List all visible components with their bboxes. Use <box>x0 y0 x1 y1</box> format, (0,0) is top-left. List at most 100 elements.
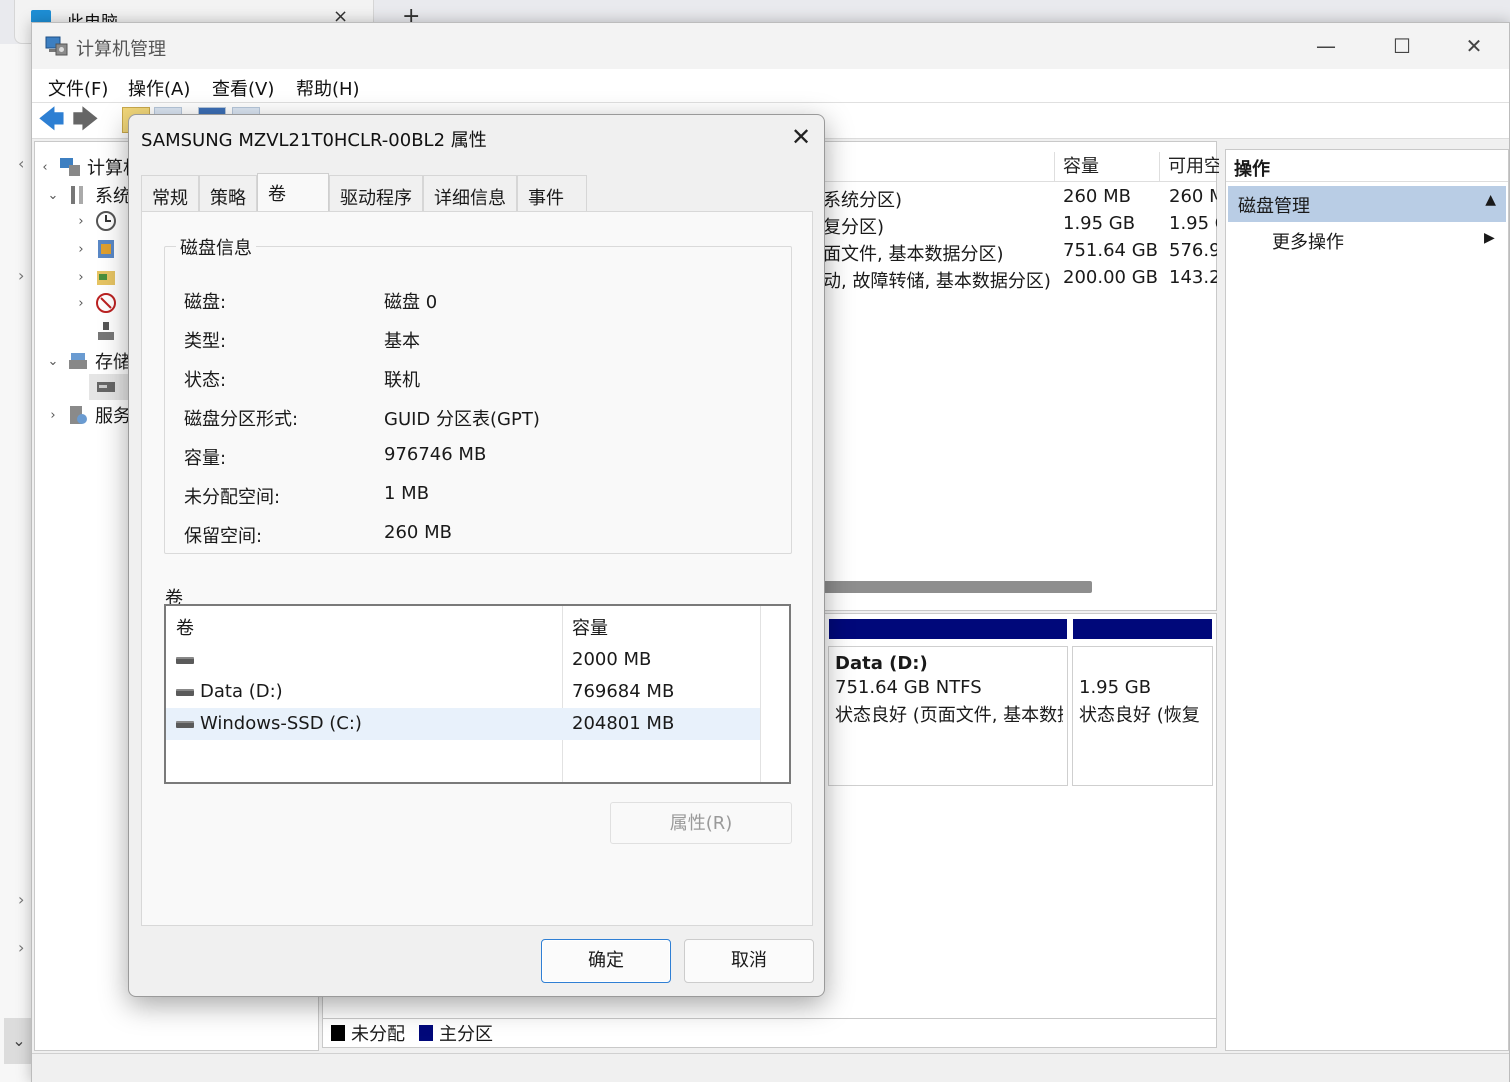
tree-item-label: 服务 <box>95 406 131 427</box>
partition-name: Data (D:) <box>835 653 928 674</box>
chevron-right-icon[interactable]: › <box>18 890 24 909</box>
partition-recovery[interactable]: 1.95 GB 状态良好 (恢复 <box>1072 619 1213 786</box>
volume-row-selected[interactable]: Windows-SSD (C:) 204801 MB <box>166 708 760 740</box>
volume-capacity: 204801 MB <box>572 713 675 734</box>
disk-properties-dialog: SAMSUNG MZVL21T0HCLR-00BL2 属性 ✕ 常规 策略 卷 … <box>128 114 825 997</box>
chevron-right-icon[interactable]: › <box>73 270 89 285</box>
cell-layout: 动, 故障转储, 基本数据分区) <box>823 271 1051 292</box>
window-title: 计算机管理 <box>76 39 166 60</box>
title-bar: 计算机管理 — ☐ ✕ <box>32 23 1509 69</box>
menu-file[interactable]: 文件(F) <box>48 75 108 101</box>
info-key-unallocated: 未分配空间: <box>184 487 281 508</box>
tree-item-disk-management[interactable] <box>89 374 129 400</box>
info-key-reserved: 保留空间: <box>184 526 263 547</box>
cancel-button[interactable]: 取消 <box>684 939 814 983</box>
tree-item-device-manager[interactable] <box>89 320 123 342</box>
column-capacity[interactable]: 容量 <box>1054 152 1158 182</box>
tab-events[interactable]: 事件 <box>517 175 587 211</box>
forward-icon[interactable]: 🡆 <box>72 107 99 133</box>
tree-item-task-scheduler[interactable]: › <box>73 210 123 232</box>
chevron-right-icon[interactable]: › <box>18 266 24 285</box>
tree-item-system-tools[interactable]: ⌄ 系统 <box>45 182 131 208</box>
minimize-button[interactable]: — <box>1296 29 1356 63</box>
device-manager-icon <box>98 322 114 340</box>
tree-item-label: 存储 <box>95 352 131 373</box>
info-value-partition-style: GUID 分区表(GPT) <box>384 409 540 430</box>
shared-folder-icon <box>97 271 115 285</box>
dialog-title: SAMSUNG MZVL21T0HCLR-00BL2 属性 <box>141 130 487 151</box>
info-value-status: 联机 <box>384 370 420 391</box>
partition-bar <box>829 619 1067 639</box>
ok-button[interactable]: 确定 <box>541 939 671 983</box>
capacity-column-header[interactable]: 容量 <box>572 614 608 640</box>
tab-details[interactable]: 详细信息 <box>423 175 517 211</box>
volume-row[interactable]: Data (D:) 769684 MB <box>166 676 760 708</box>
actions-group-disk-management[interactable]: 磁盘管理 ▲ <box>1228 186 1506 222</box>
info-value-type: 基本 <box>384 331 420 352</box>
partition-size: 1.95 GB <box>1079 677 1152 698</box>
cell-layout: 系统分区) <box>823 190 903 211</box>
menu-bar: 文件(F) 操作(A) 查看(V) 帮助(H) <box>32 69 1509 103</box>
chevron-left-icon[interactable]: ‹ <box>18 154 24 173</box>
volume-capacity: 769684 MB <box>572 681 675 702</box>
volume-row[interactable]: 2000 MB <box>166 644 760 676</box>
tab-panel-volumes: 磁盘信息 磁盘: 磁盘 0 类型: 基本 状态: 联机 磁盘分区形式: GUID… <box>141 211 813 926</box>
tab-general[interactable]: 常规 <box>141 175 199 211</box>
caret-right-icon[interactable]: ▶ <box>1484 230 1495 246</box>
menu-view[interactable]: 查看(V) <box>212 75 274 101</box>
disk-info-label: 磁盘信息 <box>176 234 256 260</box>
cell-capacity: 260 MB <box>1063 186 1131 207</box>
chevron-left-icon: ‹ <box>42 159 48 175</box>
tree-item-shared-folders[interactable]: › <box>73 266 123 288</box>
actions-title: 操作 <box>1226 150 1508 182</box>
chevron-down-icon[interactable]: ⌄ <box>4 1018 34 1064</box>
storage-icon <box>69 353 87 369</box>
tab-volumes[interactable]: 卷 <box>257 173 329 211</box>
dialog-close-button[interactable]: ✕ <box>785 121 817 153</box>
tree-item-performance[interactable]: › <box>73 292 123 314</box>
tab-policies[interactable]: 策略 <box>199 175 257 211</box>
cell-layout: 面文件, 基本数据分区) <box>823 244 1004 265</box>
more-actions-item[interactable]: 更多操作 <box>1272 228 1344 254</box>
close-button[interactable]: ✕ <box>1444 29 1504 63</box>
legend-unallocated: 未分配 <box>351 1024 405 1045</box>
tree-item-services[interactable]: › 服务 <box>45 402 131 428</box>
partition-status: 状态良好 (页面文件, 基本数据 <box>835 705 1063 726</box>
volumes-list[interactable]: 卷 容量 2000 MB Data (D:) 769684 MB Windows… <box>164 604 791 784</box>
menu-action[interactable]: 操作(A) <box>128 75 190 101</box>
column-free[interactable]: 可用空 <box>1159 152 1219 182</box>
back-icon[interactable]: 🡄 <box>38 107 65 133</box>
menu-help[interactable]: 帮助(H) <box>296 75 360 101</box>
volume-name: Data (D:) <box>200 681 283 702</box>
chevron-down-icon[interactable]: ⌄ <box>45 354 61 369</box>
tree-item-storage[interactable]: ⌄ 存储 <box>45 348 131 374</box>
actions-group-label: 磁盘管理 <box>1238 196 1310 217</box>
tab-driver[interactable]: 驱动程序 <box>329 175 423 211</box>
chevron-down-icon[interactable]: ⌄ <box>45 188 61 203</box>
info-value-reserved: 260 MB <box>384 522 452 543</box>
cell-free: 143.2 <box>1169 267 1217 288</box>
info-key-partition-style: 磁盘分区形式: <box>184 409 299 430</box>
info-value-capacity: 976746 MB <box>384 444 487 465</box>
chevron-right-icon[interactable]: › <box>73 214 89 229</box>
info-key-status: 状态: <box>184 370 227 391</box>
caret-up-icon[interactable]: ▲ <box>1485 192 1496 208</box>
cell-capacity: 751.64 GB <box>1063 240 1159 261</box>
chevron-right-icon[interactable]: › <box>18 938 24 957</box>
tree-item-event-viewer[interactable]: › <box>73 238 123 260</box>
info-key-type: 类型: <box>184 331 227 352</box>
performance-icon <box>96 293 116 313</box>
volume-properties-button[interactable]: 属性(R) <box>610 802 792 844</box>
cell-free: 260 M <box>1169 186 1217 207</box>
partition-status: 状态良好 (恢复 <box>1079 705 1200 726</box>
tools-icon <box>71 186 83 204</box>
maximize-button[interactable]: ☐ <box>1372 29 1432 63</box>
chevron-right-icon[interactable]: › <box>45 408 61 423</box>
chevron-right-icon[interactable]: › <box>73 242 89 257</box>
clock-icon <box>96 211 116 231</box>
horizontal-scrollbar[interactable] <box>822 581 1092 593</box>
computer-management-icon <box>45 36 68 56</box>
chevron-right-icon[interactable]: › <box>73 296 89 311</box>
volume-column-header[interactable]: 卷 <box>176 614 194 640</box>
partition-data-d[interactable]: Data (D:) 751.64 GB NTFS 状态良好 (页面文件, 基本数… <box>828 619 1068 786</box>
